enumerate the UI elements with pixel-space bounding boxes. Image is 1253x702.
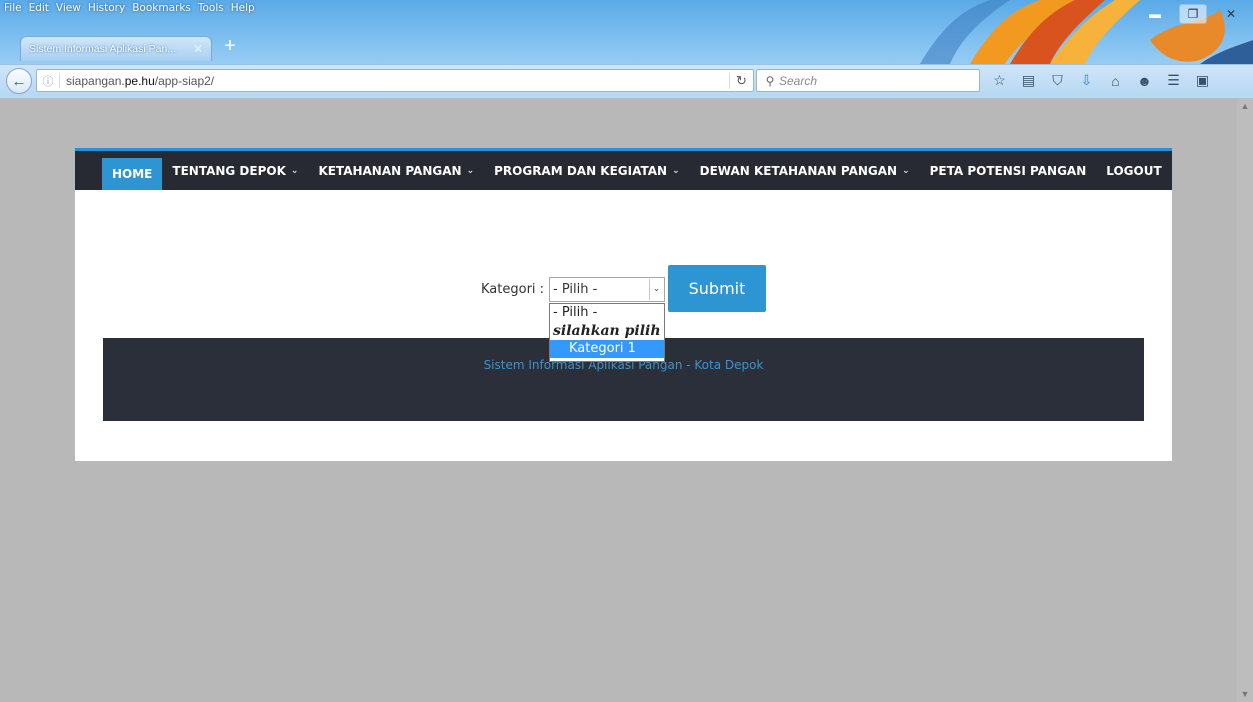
- menu-view[interactable]: View: [56, 2, 81, 18]
- download-icon[interactable]: ⇩: [1075, 69, 1098, 92]
- nav-program-kegiatan-label: PROGRAM DAN KEGIATAN: [494, 163, 668, 178]
- search-icon: ⚲: [765, 73, 775, 88]
- back-button[interactable]: ←: [6, 68, 32, 94]
- option-pilih[interactable]: - Pilih -: [550, 304, 664, 322]
- url-host: siapangan.: [66, 73, 125, 88]
- home-icon[interactable]: ⌂: [1104, 69, 1127, 92]
- vertical-scrollbar[interactable]: ▲ ▼: [1237, 98, 1253, 702]
- browser-menubar: File Edit View History Bookmarks Tools H…: [4, 2, 255, 18]
- window-controls: ▬ ❐ ✕: [1141, 4, 1245, 24]
- pocket-icon[interactable]: ⛉: [1046, 69, 1069, 92]
- tab-title: Sistem Informasi Aplikasi Pan...: [29, 43, 177, 55]
- nav-program-kegiatan[interactable]: PROGRAM DAN KEGIATAN ⌄: [484, 151, 690, 190]
- tab-close-icon[interactable]: ✕: [191, 42, 205, 56]
- nav-logout[interactable]: LOGOUT: [1096, 151, 1171, 190]
- back-arrow-icon: ←: [11, 72, 27, 90]
- menu-edit[interactable]: Edit: [29, 2, 49, 18]
- nav-dewan-ketahanan-pangan[interactable]: DEWAN KETAHANAN PANGAN ⌄: [690, 151, 920, 190]
- option-group-silahkan-pilih: silahkan pilih: [553, 323, 661, 339]
- chevron-down-icon: ⌄: [902, 165, 910, 176]
- menu-hamburger-icon[interactable]: ☰: [1162, 69, 1185, 92]
- scroll-up-icon[interactable]: ▲: [1237, 98, 1253, 114]
- addon-icon[interactable]: ▣: [1191, 69, 1214, 92]
- chevron-down-icon: ⌄: [672, 165, 680, 176]
- main-navbar: HOME TENTANG DEPOK ⌄ KETAHANAN PANGAN ⌄ PR…: [75, 148, 1172, 190]
- menu-history[interactable]: History: [88, 2, 125, 18]
- scroll-down-icon[interactable]: ▼: [1237, 686, 1253, 702]
- menu-bookmarks[interactable]: Bookmarks: [132, 2, 191, 18]
- bookmark-star-icon[interactable]: ☆: [988, 69, 1011, 92]
- kategori-selected-value: - Pilih -: [553, 282, 598, 297]
- new-tab-button[interactable]: +: [220, 36, 240, 57]
- url-path: /app-siap2/: [154, 73, 215, 88]
- minimize-icon[interactable]: ▬: [1141, 4, 1169, 24]
- nav-ketahanan-pangan-label: KETAHANAN PANGAN: [318, 163, 462, 178]
- close-window-icon[interactable]: ✕: [1217, 4, 1245, 24]
- nav-ketahanan-pangan[interactable]: KETAHANAN PANGAN ⌄: [308, 151, 484, 190]
- chevron-down-icon: ⌄: [649, 279, 663, 300]
- url-text: siapangan.pe.hu/app-siap2/: [66, 74, 729, 88]
- search-bar[interactable]: ⚲ Search: [756, 69, 980, 92]
- nav-home[interactable]: HOME: [102, 158, 163, 190]
- url-domain: pe.hu: [124, 73, 155, 88]
- reload-icon[interactable]: ↻: [729, 72, 753, 89]
- chevron-down-icon: ⌄: [466, 165, 475, 176]
- nav-home-label: HOME: [112, 167, 153, 181]
- nav-dewan-label: DEWAN KETAHANAN PANGAN: [699, 163, 898, 178]
- nav-tentang-depok-label: TENTANG DEPOK: [172, 163, 286, 178]
- kategori-dropdown-list[interactable]: - Pilih - silahkan pilih Kategori 1: [549, 303, 665, 362]
- chevron-down-icon: ⌄: [290, 165, 299, 176]
- hello-icon[interactable]: ☻: [1133, 69, 1156, 92]
- toolbar-icons: ☆ ▤ ⛉ ⇩ ⌂ ☻ ☰ ▣: [988, 69, 1214, 92]
- browser-chrome: File Edit View History Bookmarks Tools H…: [0, 0, 1253, 98]
- menu-tools[interactable]: Tools: [198, 2, 224, 18]
- option-kategori-1[interactable]: Kategori 1: [550, 340, 664, 358]
- url-bar[interactable]: ⓘ siapangan.pe.hu/app-siap2/ ↻: [36, 69, 754, 92]
- browser-tab[interactable]: Sistem Informasi Aplikasi Pan... ✕: [20, 36, 212, 61]
- reading-list-icon[interactable]: ▤: [1017, 69, 1040, 92]
- nav-peta-label: PETA POTENSI PANGAN: [929, 163, 1087, 178]
- menu-file[interactable]: File: [4, 2, 22, 18]
- submit-button[interactable]: Submit: [668, 265, 766, 312]
- navigation-toolbar: ← ⓘ siapangan.pe.hu/app-siap2/ ↻ ⚲ Searc…: [0, 64, 1253, 96]
- nav-tentang-depok[interactable]: TENTANG DEPOK ⌄: [162, 151, 308, 190]
- nav-logout-label: LOGOUT: [1106, 163, 1162, 178]
- restore-icon[interactable]: ❐: [1179, 4, 1207, 24]
- kategori-select[interactable]: - Pilih - ⌄: [549, 277, 665, 302]
- search-placeholder: Search: [779, 73, 818, 88]
- menu-help[interactable]: Help: [231, 2, 255, 18]
- nav-peta-potensi-pangan[interactable]: PETA POTENSI PANGAN: [920, 151, 1097, 190]
- info-icon[interactable]: ⓘ: [37, 73, 59, 89]
- kategori-label: Kategori :: [481, 282, 545, 297]
- url-separator: [59, 73, 60, 88]
